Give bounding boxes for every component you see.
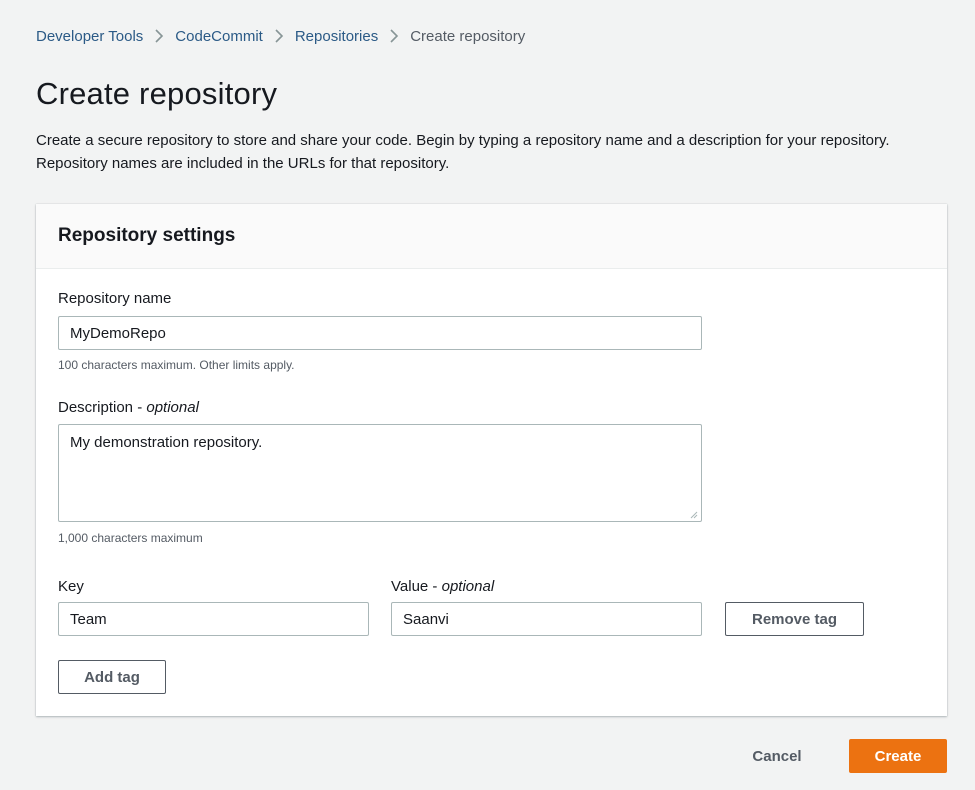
breadcrumb-developer-tools[interactable]: Developer Tools [36,28,143,45]
breadcrumb-repositories[interactable]: Repositories [295,28,378,45]
add-tag-button[interactable]: Add tag [58,660,166,694]
create-button[interactable]: Create [849,739,947,773]
remove-tag-button[interactable]: Remove tag [725,602,864,636]
tag-value-label-text: Value [391,578,429,595]
description-hint: 1,000 characters maximum [58,531,203,545]
breadcrumb: Developer Tools CodeCommit Repositories … [36,27,525,45]
panel-title: Repository settings [58,225,236,246]
resize-handle-icon[interactable] [688,509,698,519]
tag-value-input[interactable] [391,602,702,636]
page-description: Create a secure repository to store and … [36,132,890,172]
chevron-right-icon [143,27,175,45]
description-textarea[interactable]: My demonstration repository. [58,424,702,522]
repository-name-input[interactable] [58,316,702,350]
chevron-right-icon [378,27,410,45]
create-repository-page: Developer Tools CodeCommit Repositories … [0,0,975,790]
panel-header: Repository settings [36,204,947,269]
description-optional-text: optional [146,399,199,416]
breadcrumb-current: Create repository [410,27,526,45]
repository-name-label: Repository name [58,290,172,307]
description-label-text: Description [58,399,134,416]
repository-name-hint: 100 characters maximum. Other limits app… [58,358,295,372]
tag-value-optional-text: optional [441,578,495,595]
description-label: Description - optional [58,399,199,416]
chevron-right-icon [263,27,295,45]
breadcrumb-codecommit[interactable]: CodeCommit [175,28,263,45]
repository-settings-panel: Repository settings Repository name 100 … [36,204,947,716]
tag-value-label: Value - optional [391,578,495,595]
tag-key-label: Key [58,578,84,595]
page-title: Create repository [36,76,278,111]
tag-key-input[interactable] [58,602,369,636]
cancel-button[interactable]: Cancel [740,739,814,773]
